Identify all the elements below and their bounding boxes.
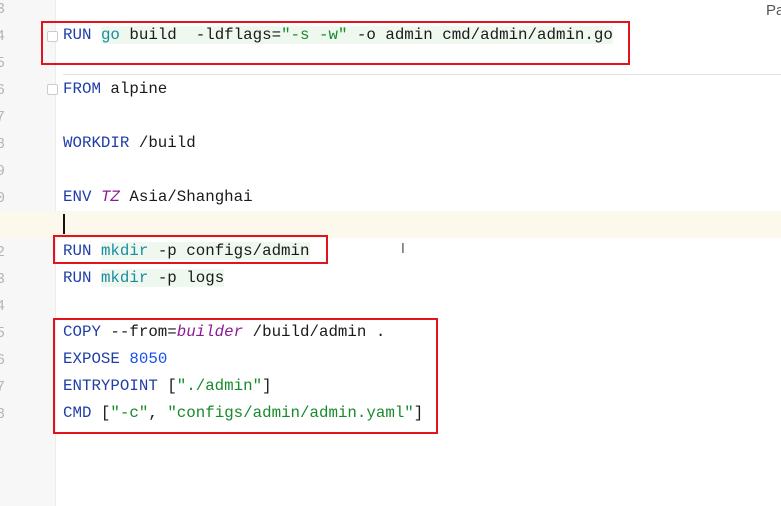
line-number: 8: [0, 136, 6, 153]
command: mkdir: [100, 269, 149, 287]
code-line[interactable]: FROM alpine: [63, 76, 167, 103]
code-line[interactable]: WORKDIR /build: [63, 130, 196, 157]
top-right-label: Pa: [766, 2, 781, 19]
line-number: 5: [0, 325, 6, 342]
keyword: WORKDIR: [63, 134, 130, 152]
line-number: 7: [0, 109, 6, 126]
highlight-box: [53, 235, 328, 264]
line-number: 9: [0, 163, 6, 180]
line-number: 4: [0, 298, 6, 315]
line-number: 4: [0, 28, 6, 45]
code-line[interactable]: RUN mkdir -p logs: [63, 265, 225, 292]
line-number: 2: [0, 244, 6, 261]
code-text: /build: [129, 134, 196, 152]
text-caret: [63, 214, 65, 234]
current-line-highlight: [0, 211, 781, 238]
variable: TZ: [100, 188, 120, 206]
keyword: RUN: [63, 269, 92, 287]
highlight-box: [53, 318, 438, 434]
code-text: Asia/Shanghai: [119, 188, 253, 206]
line-number-gutter: 3456789012345678: [0, 0, 56, 506]
keyword: FROM: [63, 80, 101, 98]
mouse-cursor-ibeam: I: [401, 242, 405, 257]
line-number: 7: [0, 379, 6, 396]
line-number: 3: [0, 1, 6, 18]
line-number: 5: [0, 55, 6, 72]
line-number: 3: [0, 271, 6, 288]
highlight-box: [41, 21, 630, 65]
line-number: 8: [0, 406, 6, 423]
line-number: 6: [0, 82, 6, 99]
fold-icon[interactable]: [47, 84, 58, 95]
keyword: ENV: [63, 188, 92, 206]
line-number: 0: [0, 190, 6, 207]
section-separator: [63, 74, 781, 75]
code-line[interactable]: ENV TZ Asia/Shanghai: [63, 184, 253, 211]
line-number: 6: [0, 352, 6, 369]
code-text: -p logs: [148, 269, 225, 287]
code-text: alpine: [100, 80, 168, 98]
